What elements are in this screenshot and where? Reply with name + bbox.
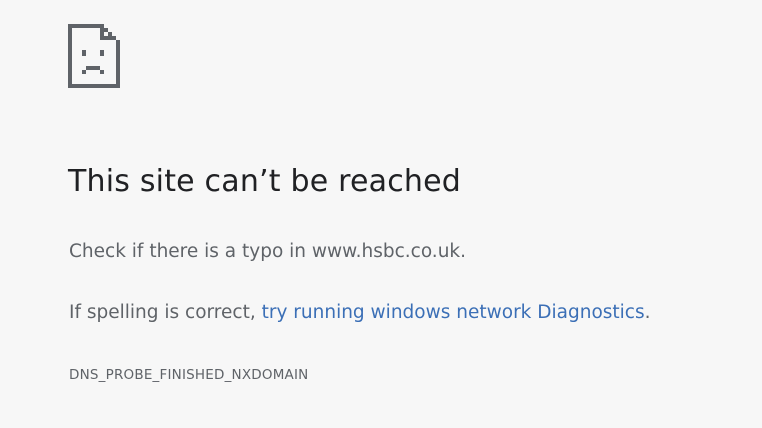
spelling-suffix: . (644, 302, 651, 323)
diagnostics-link[interactable]: try running windows network Diagnostics (262, 302, 645, 323)
page-title: This site can’t be reached (68, 164, 462, 199)
error-page: This site can’t be reached Check if ther… (0, 0, 762, 428)
sad-page-icon (66, 22, 122, 90)
error-code: DNS_PROBE_FINISHED_NXDOMAIN (69, 367, 309, 383)
spelling-prefix: If spelling is correct, (69, 302, 262, 323)
typo-message: Check if there is a typo in www.hsbc.co.… (69, 241, 467, 262)
spelling-message: If spelling is correct, try running wind… (69, 302, 651, 323)
